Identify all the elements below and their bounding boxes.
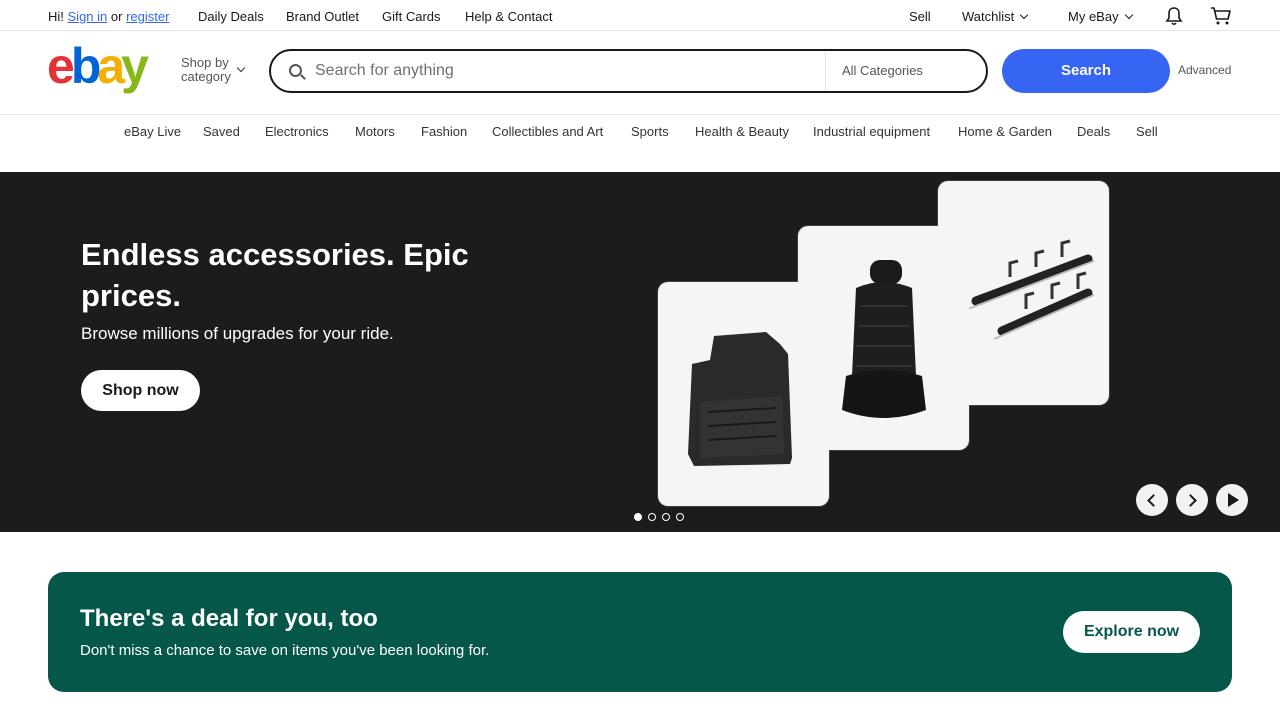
carousel-previous-button[interactable] bbox=[1136, 484, 1168, 516]
shop-by-line1: Shop by bbox=[181, 55, 229, 70]
nav-item-collectibles-and-art[interactable]: Collectibles and Art bbox=[492, 124, 603, 139]
watchlist-menu[interactable]: Watchlist bbox=[962, 9, 1029, 24]
my-ebay-label: My eBay bbox=[1068, 9, 1119, 24]
nav-item-deals[interactable]: Deals bbox=[1077, 124, 1110, 139]
carousel-dot-4[interactable] bbox=[676, 513, 684, 521]
chevron-down-icon bbox=[1124, 10, 1133, 20]
carousel-play-button[interactable] bbox=[1216, 484, 1248, 516]
sell-link[interactable]: Sell bbox=[909, 9, 931, 24]
hero-banner: Endless accessories. Epic prices. Browse… bbox=[0, 172, 1280, 532]
category-select[interactable]: All Categories bbox=[842, 63, 923, 78]
deal-banner: There's a deal for you, too Don't miss a… bbox=[48, 572, 1232, 692]
gift-cards-link[interactable]: Gift Cards bbox=[382, 9, 441, 24]
cart-icon[interactable] bbox=[1210, 6, 1232, 29]
nav-item-sell[interactable]: Sell bbox=[1136, 124, 1158, 139]
carousel-dot-1[interactable] bbox=[634, 513, 642, 521]
or-text: or bbox=[110, 9, 123, 24]
shop-by-category-button[interactable]: Shop by category bbox=[181, 56, 231, 84]
my-ebay-menu[interactable]: My eBay bbox=[1068, 9, 1133, 24]
help-contact-link[interactable]: Help & Contact bbox=[465, 9, 552, 24]
carousel-indicators bbox=[634, 508, 690, 526]
carousel-dot-3[interactable] bbox=[662, 513, 670, 521]
shop-by-line2: category bbox=[181, 69, 231, 84]
hero-subtitle: Browse millions of upgrades for your rid… bbox=[81, 324, 394, 343]
carousel-next-button[interactable] bbox=[1176, 484, 1208, 516]
divider bbox=[825, 51, 826, 91]
watchlist-label: Watchlist bbox=[962, 9, 1015, 24]
register-link[interactable]: register bbox=[126, 9, 169, 24]
daily-deals-link[interactable]: Daily Deals bbox=[198, 9, 264, 24]
nav-item-motors[interactable]: Motors bbox=[355, 124, 395, 139]
explore-now-button[interactable]: Explore now bbox=[1063, 611, 1200, 653]
nav-divider bbox=[0, 114, 1280, 115]
greeting-text: Hi! bbox=[48, 9, 64, 24]
top-utility-bar: Hi! Sign in or register Daily Deals Bran… bbox=[0, 0, 1280, 31]
advanced-search-link[interactable]: Advanced bbox=[1178, 63, 1231, 77]
nav-item-fashion[interactable]: Fashion bbox=[421, 124, 467, 139]
sign-in-link[interactable]: Sign in bbox=[68, 9, 108, 24]
nav-item-electronics[interactable]: Electronics bbox=[265, 124, 329, 139]
deal-title: There's a deal for you, too bbox=[80, 605, 378, 632]
nav-item-home-garden[interactable]: Home & Garden bbox=[958, 124, 1052, 139]
search-input[interactable] bbox=[315, 59, 815, 83]
deal-subtitle: Don't miss a chance to save on items you… bbox=[80, 642, 490, 659]
ebay-logo[interactable]: ebay bbox=[47, 41, 149, 91]
chevron-down-icon bbox=[236, 63, 246, 73]
brand-outlet-link[interactable]: Brand Outlet bbox=[286, 9, 359, 24]
shop-now-button[interactable]: Shop now bbox=[81, 370, 200, 411]
carousel-dot-2[interactable] bbox=[648, 513, 656, 521]
nav-item-industrial-equipment[interactable]: Industrial equipment bbox=[813, 124, 930, 139]
bell-icon[interactable] bbox=[1164, 6, 1184, 29]
greeting: Hi! Sign in or register bbox=[48, 9, 169, 24]
chevron-down-icon bbox=[1020, 10, 1029, 20]
nav-item-sports[interactable]: Sports bbox=[631, 124, 669, 139]
search-icon bbox=[289, 64, 302, 77]
search-button[interactable]: Search bbox=[1002, 49, 1170, 93]
search-bar: All Categories bbox=[269, 49, 988, 93]
floor-mat-image[interactable] bbox=[658, 282, 829, 506]
hero-title: Endless accessories. Epic prices. bbox=[81, 237, 469, 313]
nav-item-health-beauty[interactable]: Health & Beauty bbox=[695, 124, 789, 139]
nav-item-ebay-live[interactable]: eBay Live bbox=[124, 124, 181, 139]
nav-item-saved[interactable]: Saved bbox=[203, 124, 240, 139]
